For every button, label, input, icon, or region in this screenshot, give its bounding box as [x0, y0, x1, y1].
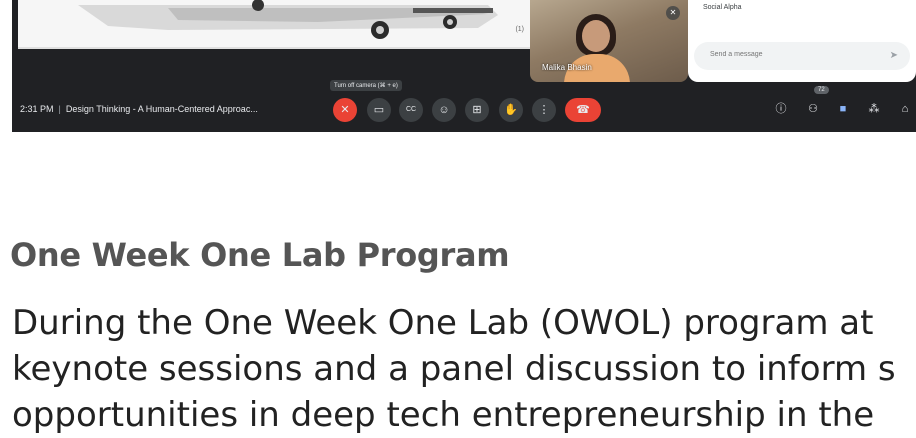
captions-icon: CC [405, 106, 417, 113]
article-paragraph: During the One Week One Lab (OWOL) progr… [12, 300, 916, 438]
vehicle-image [78, 0, 498, 39]
end-call-button[interactable]: ☎ [565, 98, 601, 122]
slide-number: (1) [515, 26, 524, 33]
chat-button[interactable]: ■ [834, 100, 852, 118]
meeting-title: Design Thinking - A Human-Centered Appro… [65, 104, 258, 114]
camera-tooltip: Turn off camera (⌘ + e) [330, 80, 402, 91]
current-time: 2:31 PM [20, 104, 54, 114]
participant-name: Malika Bhasin [542, 63, 592, 72]
meeting-control-bar: 2:31 PM | Design Thinking - A Human-Center… [12, 80, 916, 132]
host-controls-button[interactable]: ⌂ [896, 100, 914, 118]
lock-icon: ⌂ [901, 103, 909, 115]
section-heading: One Week One Lab Program [10, 236, 510, 274]
meeting-info: 2:31 PM | Design Thinking - A Human-Center… [20, 104, 258, 114]
paragraph-line: keynote sessions and a panel discussion … [12, 349, 896, 389]
info-button[interactable]: ⓘ [772, 100, 790, 118]
more-options-icon: ⋮ [538, 104, 550, 116]
send-icon[interactable]: ➤ [890, 50, 898, 61]
paragraph-line: opportunities in deep tech entrepreneurs… [12, 395, 875, 435]
captions-button[interactable]: CC [399, 98, 423, 122]
present-icon: ⊞ [472, 104, 482, 116]
meet-screenshot: (1) ✕ Malika Bhasin Social Alpha ➤ 2:31 … [12, 0, 916, 132]
participant-count-badge: 72 [814, 86, 829, 94]
participant-tile[interactable]: ✕ Malika Bhasin [530, 0, 688, 82]
separator: | [58, 104, 61, 114]
chat-icon: ■ [839, 103, 847, 115]
mic-off-icon: ✕ [340, 104, 350, 116]
emoji-icon: ☺ [438, 104, 450, 116]
mic-off-icon: ✕ [666, 6, 680, 20]
mic-toggle-button[interactable]: ✕ [333, 98, 357, 122]
camera-icon: ▭ [373, 104, 385, 116]
raise-hand-icon: ✋ [504, 104, 518, 116]
activities-icon: ⁂ [868, 103, 880, 115]
people-button[interactable]: ⚇ [804, 100, 822, 118]
paragraph-line: During the One Week One Lab (OWOL) progr… [12, 303, 874, 343]
chat-input-box[interactable]: ➤ [694, 42, 910, 70]
shared-presentation: (1) [18, 0, 530, 49]
info-icon: ⓘ [775, 103, 787, 115]
emoji-button[interactable]: ☺ [432, 98, 456, 122]
more-options-button[interactable]: ⋮ [532, 98, 556, 122]
present-button[interactable]: ⊞ [465, 98, 489, 122]
chat-message-input[interactable] [708, 50, 882, 59]
chat-sender: Social Alpha [703, 4, 742, 11]
end-call-icon: ☎ [576, 104, 590, 116]
chat-panel: Social Alpha ➤ [688, 0, 916, 82]
camera-toggle-button[interactable]: ▭ [367, 98, 391, 122]
participant-face [582, 20, 610, 52]
raise-hand-button[interactable]: ✋ [499, 98, 523, 122]
people-icon: ⚇ [808, 103, 818, 115]
activities-button[interactable]: ⁂ [865, 100, 883, 118]
